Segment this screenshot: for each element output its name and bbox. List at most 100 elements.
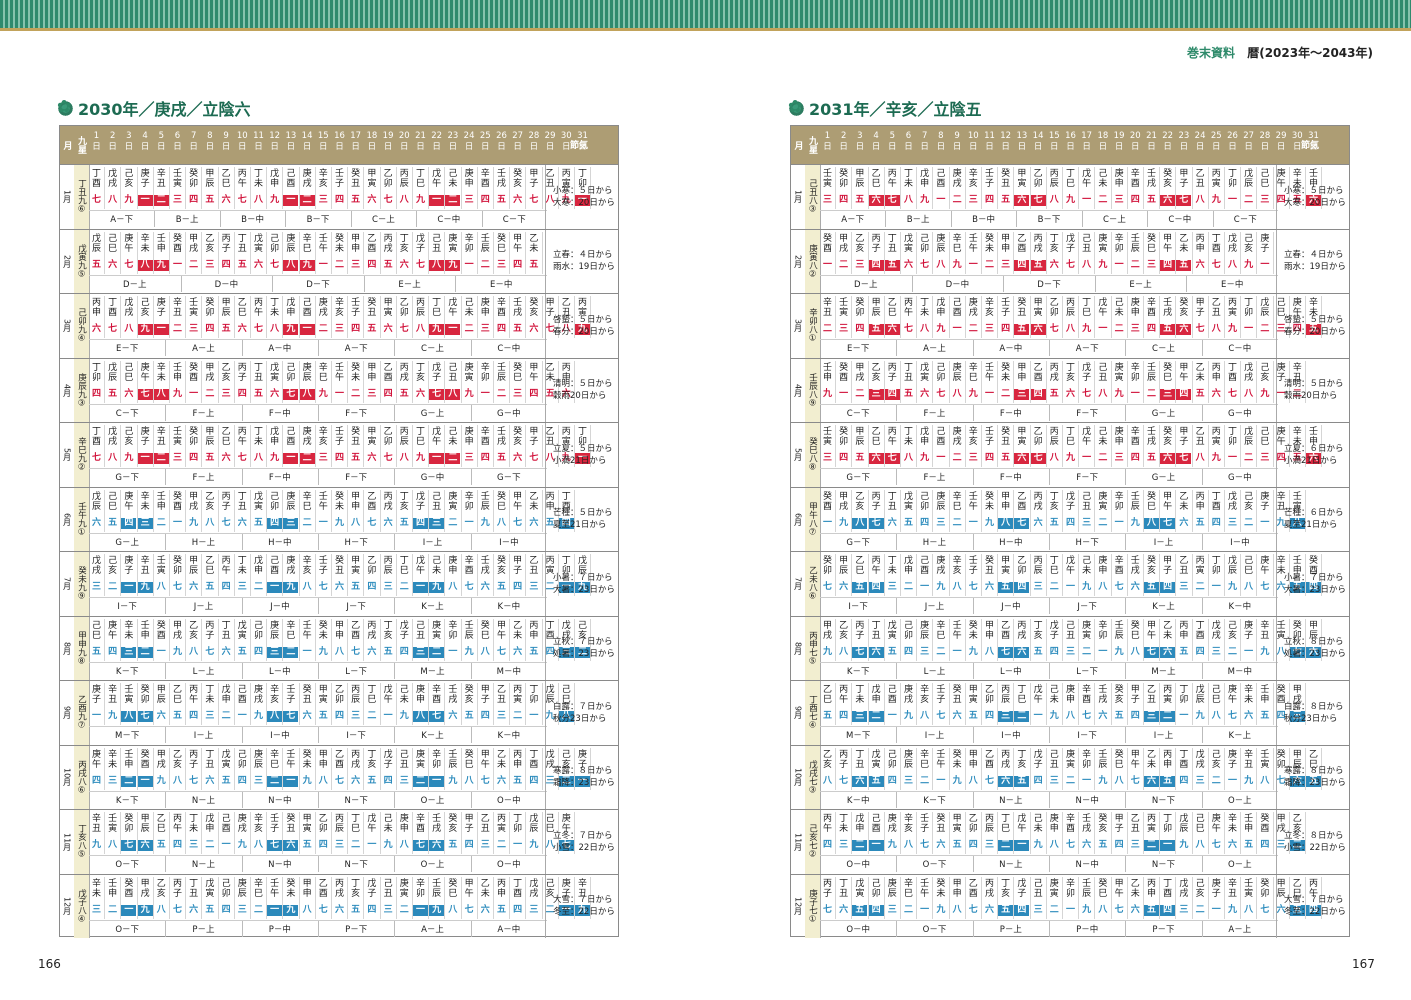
kanshi-cell: 甲 申 — [302, 878, 312, 899]
kanshi-cell: 乙 丑 — [480, 814, 490, 834]
kyusei-number: 八 — [205, 517, 215, 528]
kanshi-cell: 壬 申 — [156, 491, 166, 512]
header-sekki: 節気 — [570, 141, 589, 151]
kanshi-cell: 癸 未 — [351, 362, 361, 383]
kyusei-number: 一 — [137, 195, 153, 206]
kanshi-cell: 甲 子 — [1179, 427, 1189, 447]
kyusei-number: 三 — [1179, 904, 1189, 915]
kanshi-cell: 庚 辰 — [936, 233, 946, 254]
kyusei-number: 六 — [448, 711, 458, 721]
kanshi-cell: 戊 午 — [432, 169, 442, 189]
kanshi-cell: 丙 寅 — [1211, 169, 1221, 189]
kanshi-cell: 戊 子 — [399, 620, 409, 641]
kanshi-cell: 丙 子 — [205, 620, 215, 641]
kanshi-cell: 辛 酉 — [1130, 169, 1140, 189]
kyusei-number: 九 — [448, 775, 458, 786]
header-day: 18 日 — [364, 131, 379, 153]
kyusei-number: 一 — [267, 904, 283, 916]
kanshi-cell: 戊 戌 — [529, 878, 539, 899]
kanshi-cell: 庚 寅 — [448, 233, 458, 254]
kyusei-number: 三 — [839, 840, 849, 850]
kanshi-cell: 壬 午 — [270, 878, 280, 899]
kyusei-number: 五 — [1114, 711, 1124, 721]
group-label: G－上 — [1151, 473, 1176, 483]
kyusei-number: 三 — [998, 711, 1014, 722]
kanshi-cell: 丙 辰 — [1001, 685, 1011, 705]
kanshi-cell: 癸 巳 — [1146, 233, 1156, 254]
kanshi-cell: 甲 午 — [480, 749, 490, 770]
header-day-suffix: 日 — [448, 142, 458, 152]
kanshi-cell: 庚 辰 — [903, 749, 913, 770]
kanshi-cell: 己 亥 — [1195, 878, 1205, 899]
kanshi-cell: 甲 寅 — [367, 169, 377, 189]
kyusei-number: 八 — [822, 775, 832, 786]
kyusei-number: 九 — [936, 582, 946, 592]
kanshi-cell: 戊 子 — [1065, 491, 1075, 512]
kyusei-number: 九 — [1227, 582, 1237, 592]
group-label: D－中 — [945, 279, 970, 290]
kanshi-cell: 戊 子 — [415, 233, 425, 254]
kanshi-cell: 戊 寅 — [237, 620, 247, 641]
kyusei-number: 九 — [302, 775, 312, 786]
kyusei-number: 四 — [839, 711, 849, 721]
header-day: 7日 — [186, 131, 201, 153]
kyusei-number: 二 — [153, 453, 169, 464]
kanshi-cell: 庚 辰 — [286, 233, 296, 254]
kanshi-cell: 庚 辰 — [887, 878, 897, 899]
kanshi-cell: 戊 申 — [221, 685, 231, 705]
kanshi-cell: 乙 亥 — [822, 749, 832, 770]
kyusei-number: 二 — [1244, 517, 1254, 528]
kanshi-cell: 戊 申 — [253, 556, 263, 576]
kanshi-cell: 癸 丑 — [286, 814, 296, 834]
kyusei-number: 三 — [267, 646, 283, 658]
kyusei-number: 八 — [1195, 453, 1205, 463]
kanshi-cell: 癸 丑 — [351, 427, 361, 447]
kyusei-number: 一 — [1227, 453, 1237, 463]
sekki-line: 処暑：23日から — [1284, 649, 1346, 660]
header-day-number: 4 — [873, 131, 879, 141]
kyusei-number: 五 — [1001, 453, 1011, 463]
kyusei-number: 七 — [839, 775, 849, 786]
group-label: H－中 — [999, 537, 1023, 548]
kyusei-number: 四 — [108, 646, 118, 657]
kanshi-cell: 甲 辰 — [189, 556, 199, 576]
header-day: 12 日 — [267, 131, 282, 153]
kyusei-number: 一 — [968, 259, 978, 270]
kanshi-cell: 己 酉 — [286, 427, 296, 447]
month-label: 1月 — [60, 165, 75, 229]
kanshi-cell: 己 卯 — [871, 878, 881, 899]
kyusei-number: 六 — [415, 388, 425, 399]
header-day-number: 28 — [1259, 131, 1271, 141]
group-separator — [318, 598, 319, 614]
kanshi-cell: 壬 子 — [920, 814, 930, 834]
kyusei-number: 九 — [415, 195, 425, 205]
kyusei-number: 九 — [1260, 388, 1270, 399]
page-title: 2030年／庚戌／立陰六 — [57, 96, 251, 120]
group-separator — [470, 404, 472, 421]
kanshi-cell: 庚 申 — [1065, 685, 1075, 705]
kyusei-number: 六 — [868, 195, 884, 206]
kyusei-number: 七 — [464, 904, 474, 915]
group-separator — [1201, 469, 1203, 485]
kyusei-number: 三 — [172, 195, 182, 205]
group-label: G－下 — [846, 537, 870, 548]
month-row: 10月 戊戌七③ 乙 亥八丙 子七丁 丑六戊 寅五己 卯四庚 辰三辛 巳二壬 午一癸… — [791, 744, 1349, 809]
kyusei-number: 五 — [253, 517, 263, 528]
kyusei-number: 二 — [1195, 904, 1205, 915]
kyusei-number: 五 — [205, 582, 215, 592]
kyusei-number: 九 — [91, 840, 101, 850]
header-day-number: 13 — [285, 131, 297, 141]
kanshi-cell: 乙 亥 — [839, 620, 849, 641]
kyusei-number: 六 — [1227, 840, 1237, 850]
kanshi-cell: 丁 酉 — [1227, 362, 1237, 383]
kyusei-number: 二 — [1001, 388, 1011, 399]
kyusei-number: 六 — [283, 840, 299, 851]
kanshi-cell: 己 巳 — [108, 233, 118, 254]
kyusei-number: 七 — [221, 517, 231, 528]
group-label: M－上 — [1151, 666, 1176, 677]
kyusei-number: 一 — [189, 388, 199, 399]
kanshi-cell: 乙 卯 — [1049, 298, 1059, 318]
kyusei-label: 丙申七⑤ — [805, 616, 821, 680]
group-label: E－下 — [115, 344, 139, 354]
kyusei-number: 七 — [1065, 259, 1075, 270]
